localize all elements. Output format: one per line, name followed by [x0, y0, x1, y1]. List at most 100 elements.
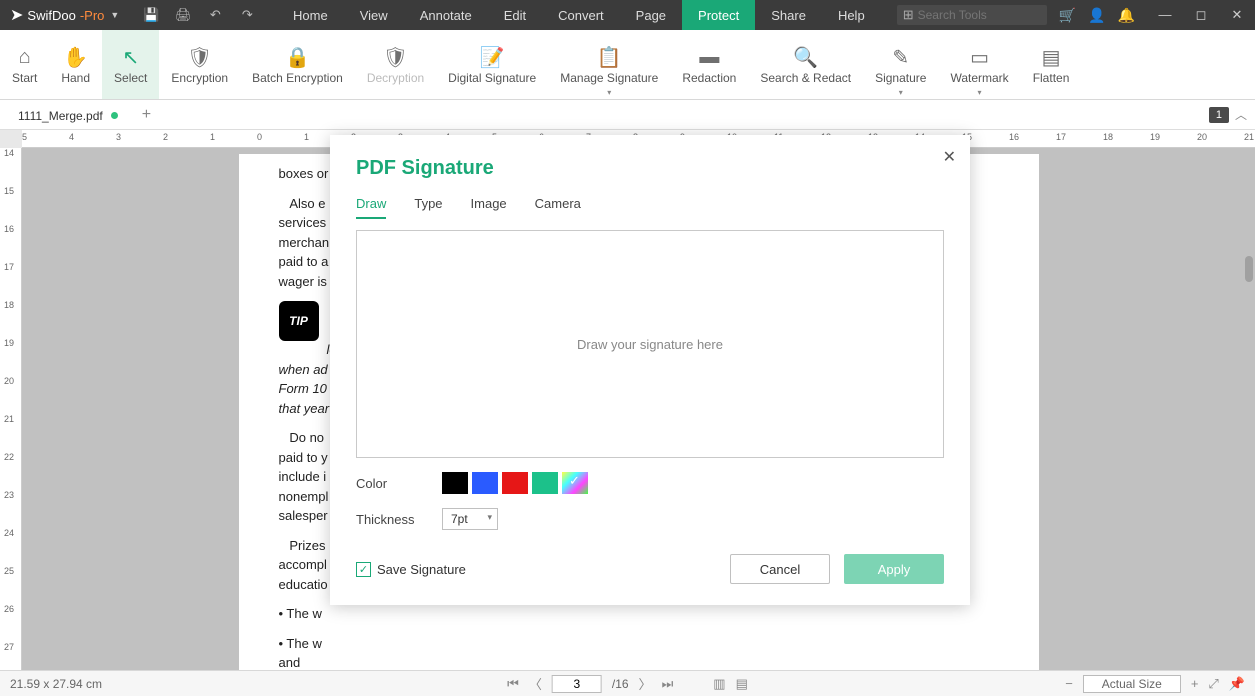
ribbon-start[interactable]: ⌂Start	[0, 30, 49, 99]
shield-icon: 🛡	[187, 45, 212, 71]
menu-convert[interactable]: Convert	[542, 0, 620, 30]
redaction-icon: ▬	[699, 45, 719, 71]
zoom-in-icon[interactable]: +	[1191, 676, 1199, 691]
new-tab-button[interactable]: +	[142, 106, 151, 124]
color-black[interactable]	[442, 472, 468, 494]
minimize-icon[interactable]: —	[1147, 7, 1183, 23]
lock-icon: 🔒	[285, 45, 310, 71]
pin-icon[interactable]: 📌	[1229, 676, 1245, 692]
scrollbar-thumb[interactable]	[1245, 256, 1253, 282]
print-icon[interactable]: 🖨	[171, 7, 195, 23]
user-icon[interactable]: 👤	[1088, 7, 1105, 24]
ribbon-decryption: 🛡Decryption	[355, 30, 436, 99]
prev-page-icon[interactable]: 〈	[529, 674, 542, 693]
flatten-icon: ▤	[1042, 45, 1061, 71]
ribbon-toolbar: ⌂Start ✋Hand ↖Select 🛡Encryption 🔒Batch …	[0, 30, 1255, 100]
menu-page[interactable]: Page	[620, 0, 682, 30]
menu-annotate[interactable]: Annotate	[404, 0, 488, 30]
app-dropdown-icon[interactable]: ▼	[110, 10, 119, 20]
app-logo-icon: ➤	[10, 5, 23, 25]
chevron-up-icon[interactable]: ︿	[1235, 106, 1247, 123]
menu-view[interactable]: View	[344, 0, 404, 30]
save-icon[interactable]: 💾	[139, 7, 163, 23]
app-title[interactable]: ➤ SwifDoo -Pro ▼	[0, 5, 129, 25]
app-name-1: SwifDoo	[27, 8, 75, 23]
undo-icon[interactable]: ↶	[203, 7, 227, 23]
ribbon-signature[interactable]: ✎Signature▾	[863, 30, 938, 99]
current-page-input[interactable]	[552, 675, 602, 693]
bell-icon[interactable]: 🔔	[1118, 7, 1135, 24]
search-redact-icon: 🔍	[793, 45, 818, 71]
pen-icon: ✎	[892, 45, 909, 71]
close-icon[interactable]: ✕	[943, 147, 956, 167]
thickness-select[interactable]: 7pt	[442, 508, 498, 530]
pdf-signature-dialog: ✕ PDF Signature Draw Type Image Camera D…	[330, 135, 970, 605]
app-name-2: -Pro	[80, 8, 105, 23]
tip-icon: TIP	[279, 301, 319, 341]
document-tab[interactable]: 1111_Merge.pdf	[6, 100, 130, 129]
fit-width-icon[interactable]: ⤢	[1208, 676, 1218, 692]
ribbon-encryption[interactable]: 🛡Encryption	[159, 30, 240, 99]
tab-type[interactable]: Type	[414, 196, 442, 219]
color-picker[interactable]	[562, 472, 588, 494]
ribbon-hand[interactable]: ✋Hand	[49, 30, 102, 99]
ribbon-redaction[interactable]: ▬Redaction	[670, 30, 748, 99]
menu-help[interactable]: Help	[822, 0, 881, 30]
digital-sig-icon: 📝	[480, 45, 505, 71]
last-page-icon[interactable]: ⏭	[662, 676, 674, 692]
ribbon-digital-signature[interactable]: 📝Digital Signature	[436, 30, 548, 99]
unsaved-dot-icon	[111, 112, 118, 119]
signature-canvas[interactable]: Draw your signature here	[356, 230, 944, 458]
canvas-hint: Draw your signature here	[577, 337, 723, 352]
view-mode-1-icon[interactable]: ▥	[713, 676, 725, 692]
tab-camera[interactable]: Camera	[535, 196, 581, 219]
redo-icon[interactable]: ↷	[235, 7, 259, 23]
ribbon-manage-signature[interactable]: 📋Manage Signature▾	[548, 30, 670, 99]
chevron-down-icon: ▾	[899, 88, 903, 97]
cancel-button[interactable]: Cancel	[730, 554, 830, 584]
ribbon-select[interactable]: ↖Select	[102, 30, 159, 99]
search-input[interactable]	[918, 8, 1028, 22]
color-green[interactable]	[532, 472, 558, 494]
first-page-icon[interactable]: ⏮	[507, 676, 519, 692]
status-bar: 21.59 x 27.94 cm ⏮ 〈 /16 〉 ⏭ ▥ ▤ − Actua…	[0, 670, 1255, 696]
menu-edit[interactable]: Edit	[488, 0, 542, 30]
tab-image[interactable]: Image	[471, 196, 507, 219]
watermark-icon: ▭	[970, 45, 989, 71]
signature-tabs: Draw Type Image Camera	[356, 196, 944, 220]
hand-icon: ✋	[63, 45, 88, 71]
menu-protect[interactable]: Protect	[682, 0, 755, 30]
page-navigation: ⏮ 〈 /16 〉 ⏭ ▥ ▤	[507, 674, 748, 693]
document-tabs: 1111_Merge.pdf + 1 ︿	[0, 100, 1255, 130]
doc-text: • The wand	[279, 634, 999, 671]
tab-draw[interactable]: Draw	[356, 196, 386, 219]
page-badge: 1	[1209, 107, 1229, 123]
color-red[interactable]	[502, 472, 528, 494]
color-blue[interactable]	[472, 472, 498, 494]
view-mode-2-icon[interactable]: ▤	[736, 676, 748, 692]
save-signature-checkbox[interactable]: ✓	[356, 562, 371, 577]
save-signature-label: Save Signature	[377, 562, 466, 577]
ribbon-flatten[interactable]: ▤Flatten	[1021, 30, 1082, 99]
search-tools[interactable]: ⊞	[897, 5, 1047, 25]
main-menu: Home View Annotate Edit Convert Page Pro…	[277, 0, 881, 30]
cart-icon[interactable]: 🛒	[1059, 7, 1076, 24]
chevron-down-icon: ▾	[978, 88, 982, 97]
ribbon-watermark[interactable]: ▭Watermark▾	[938, 30, 1020, 99]
manage-sig-icon: 📋	[597, 45, 622, 71]
menu-home[interactable]: Home	[277, 0, 344, 30]
ruler-vertical: 1415161718192021222324252627	[0, 148, 22, 670]
maximize-icon[interactable]: ◻	[1183, 7, 1219, 23]
ribbon-search-redact[interactable]: 🔍Search & Redact	[748, 30, 863, 99]
ribbon-batch-encryption[interactable]: 🔒Batch Encryption	[240, 30, 355, 99]
menu-share[interactable]: Share	[755, 0, 822, 30]
next-page-icon[interactable]: 〉	[639, 674, 652, 693]
color-swatches	[442, 472, 588, 494]
cursor-icon: ↖	[122, 45, 139, 71]
dialog-title: PDF Signature	[356, 157, 944, 180]
zoom-out-icon[interactable]: −	[1065, 676, 1073, 691]
close-window-icon[interactable]: ✕	[1219, 7, 1255, 23]
search-grid-icon: ⊞	[903, 7, 914, 23]
apply-button[interactable]: Apply	[844, 554, 944, 584]
zoom-level[interactable]: Actual Size	[1083, 675, 1181, 693]
